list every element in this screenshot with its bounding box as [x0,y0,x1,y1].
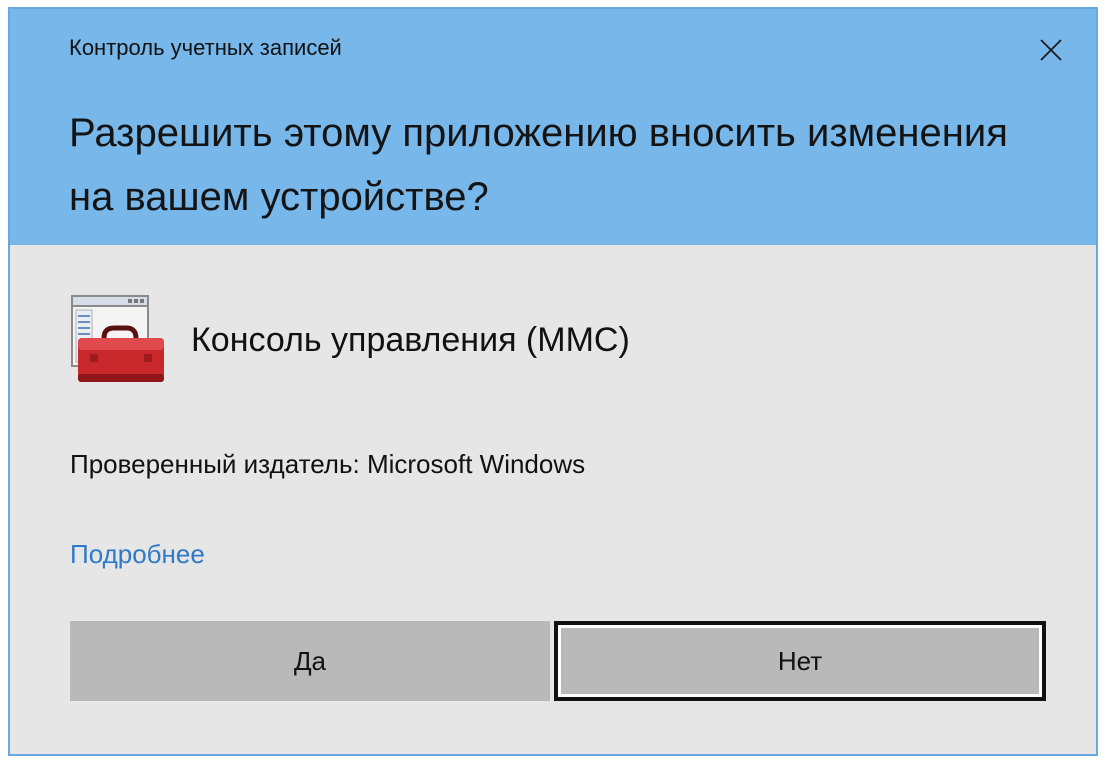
yes-button[interactable]: Да [70,621,550,701]
publisher-text: Проверенный издатель: Microsoft Windows [70,449,586,479]
dialog-header: Контроль учетных записей Разрешить этому… [10,9,1096,245]
toolbox-window-icon [70,294,166,390]
details-link[interactable]: Подробнее [70,539,205,570]
dialog-question: Разрешить этому приложению вносить измен… [69,111,1008,219]
no-button[interactable]: Нет [554,621,1046,701]
uac-dialog: Контроль учетных записей Разрешить этому… [8,7,1098,756]
dialog-title: Контроль учетных записей [69,35,342,60]
app-name: Консоль управления (MMC) [191,321,630,359]
close-icon [1040,39,1062,61]
close-button[interactable] [1028,27,1074,73]
